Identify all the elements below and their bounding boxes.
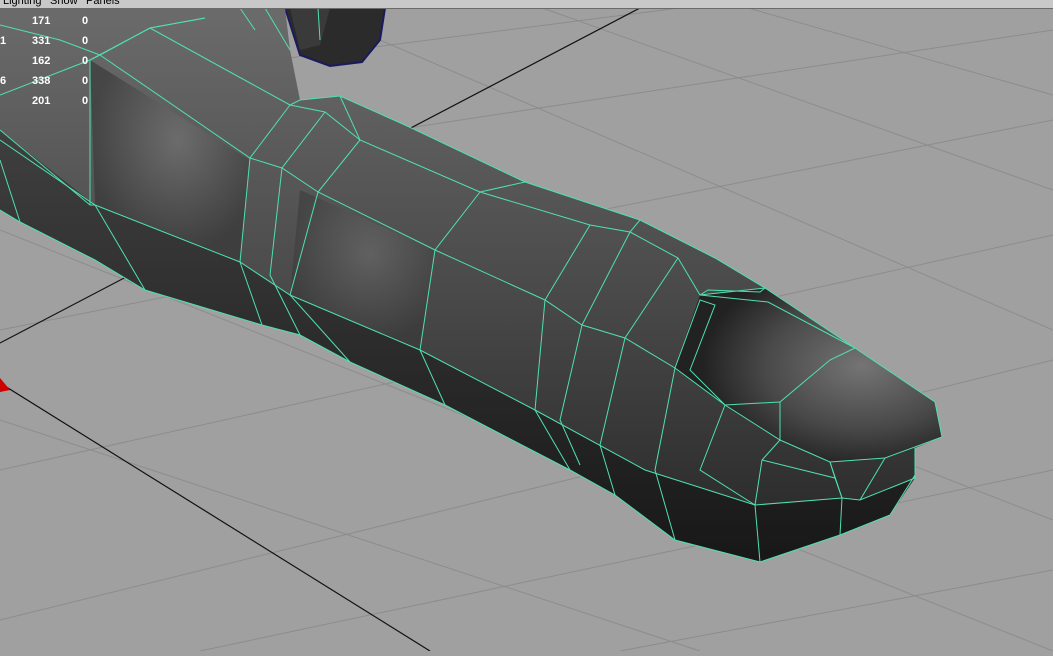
- hud-value: 0: [82, 95, 89, 107]
- viewport-3d[interactable]: 6 1 171 0 331 0 162 0 338 0 201 0: [0, 0, 1053, 652]
- hud-value: 0: [82, 35, 89, 47]
- viewport-canvas[interactable]: [0, 0, 1053, 652]
- hud-value: 338: [32, 75, 51, 87]
- hud-value: 0: [82, 55, 89, 67]
- hud-value: 162: [32, 55, 51, 67]
- menu-panels[interactable]: Panels: [86, 0, 120, 8]
- hud-label: 6: [0, 75, 7, 87]
- menu-lighting[interactable]: Lighting: [3, 0, 42, 8]
- hud-value: 0: [82, 75, 89, 87]
- viewport-menu-bar: Lighting Show Panels: [0, 0, 1053, 9]
- upper-mesh-part: [283, 7, 387, 68]
- limb-mesh: [0, 8, 942, 562]
- hud-value: 331: [32, 35, 51, 47]
- axis-marker-icon: [0, 378, 10, 392]
- hud-value: 0: [82, 15, 89, 27]
- menu-show[interactable]: Show: [50, 0, 78, 8]
- hud-value: 171: [32, 15, 51, 27]
- hud-label: 1: [0, 35, 7, 47]
- hud-value: 201: [32, 95, 51, 107]
